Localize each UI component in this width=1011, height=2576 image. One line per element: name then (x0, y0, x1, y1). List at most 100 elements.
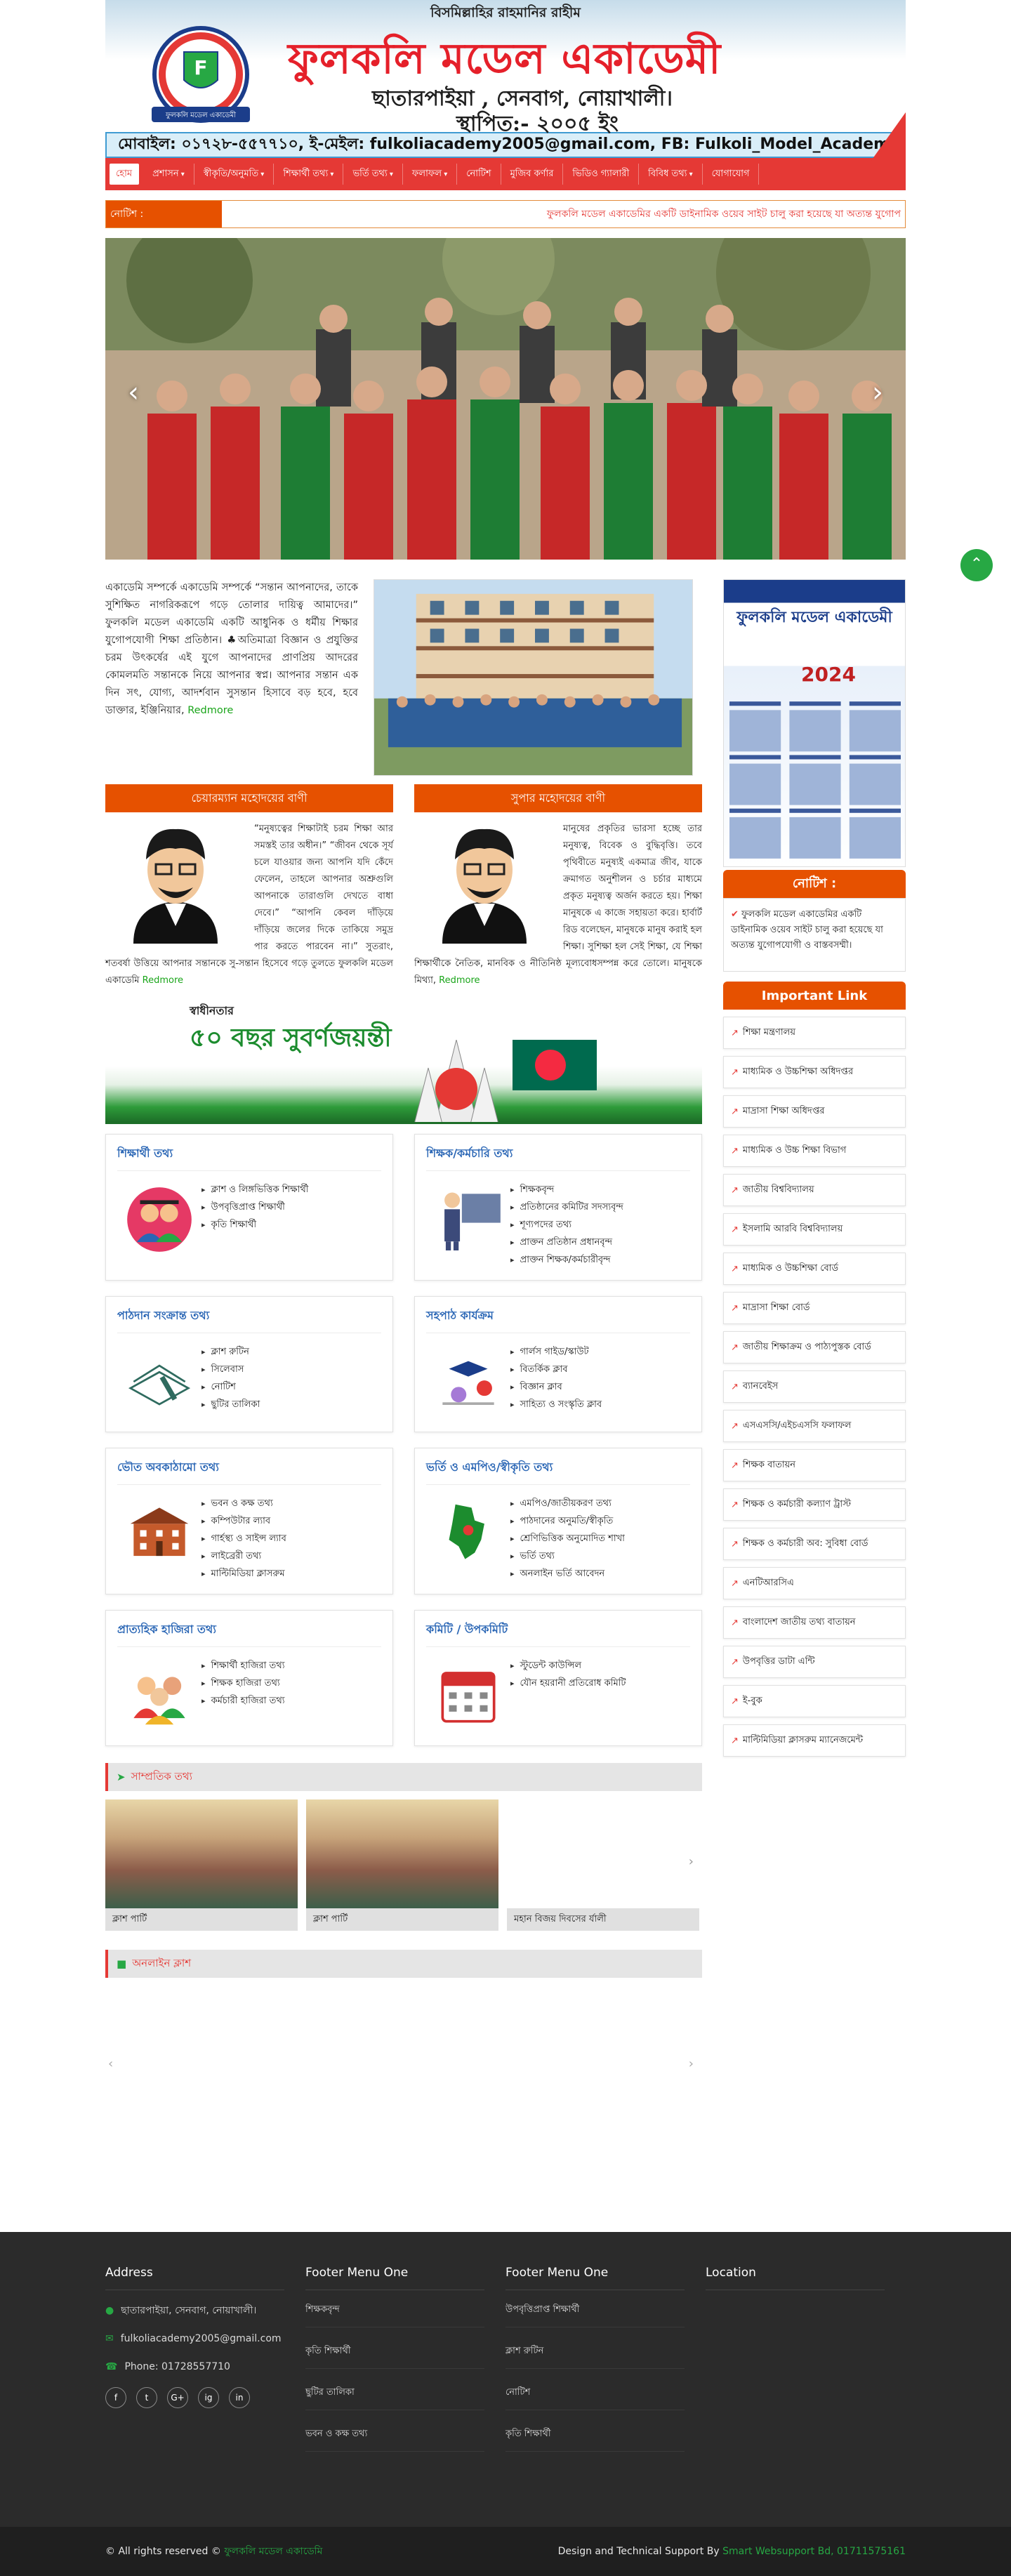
card-link[interactable]: বিজ্ঞান ক্লাব (510, 1378, 602, 1396)
card-link[interactable]: প্রতিষ্ঠানের কমিটির সদস্যবৃন্দ (510, 1198, 623, 1216)
online-prev-arrow[interactable]: ‹ (108, 2056, 113, 2071)
google-plus-icon[interactable]: G+ (167, 2387, 188, 2408)
card-link[interactable]: শূণ্যপদের তথ্য (510, 1216, 623, 1234)
footer-menu-link[interactable]: ভবন ও কক্ষ তথ্য (305, 2427, 484, 2452)
message-readmore-link[interactable]: Redmore (143, 975, 183, 986)
card-link[interactable]: সাহিত্য ও সংস্কৃতি ক্লাব (510, 1396, 602, 1413)
card-title[interactable]: শিক্ষক/কর্মচারি তথ্য (426, 1144, 690, 1171)
card-link[interactable]: যৌন হয়রানী প্রতিরোধ কমিটি (510, 1675, 626, 1692)
copyright-name[interactable]: ফুলকলি মডেল একাডেমি (224, 2546, 322, 2557)
academy-logo[interactable]: F ফুলকলি মডেল একাডেমী (142, 24, 260, 129)
important-link-item[interactable]: ↗ এনটিআরসিএ (723, 1567, 906, 1599)
important-link-item[interactable]: ↗ বাংলাদেশ জাতীয় তথ্য বাতায়ন (723, 1606, 906, 1639)
footer-menu-link[interactable]: কৃতি শিক্ষার্থী (305, 2344, 484, 2369)
card-link[interactable]: সিলেবাস (201, 1361, 260, 1378)
card-link[interactable]: শ্রেণিভিত্তিক অনুমোদিত শাখা (510, 1530, 625, 1547)
card-link[interactable]: ক্লাশ রুটিন (201, 1343, 260, 1361)
slider-prev-arrow[interactable]: ‹ (119, 378, 147, 407)
nav-item-8[interactable]: ভিডিও গ্যালারী (563, 164, 640, 185)
important-link-item[interactable]: ↗ মাল্টিমিডিয়া ক্লাসরুম ম্যানেজমেন্ট (723, 1724, 906, 1757)
footer-phone[interactable]: Phone: 01728557710 (124, 2359, 230, 2374)
instagram-icon[interactable]: ig (198, 2387, 219, 2408)
card-link[interactable]: গার্হস্থ্য ও সাইন্স ল্যাব (201, 1530, 286, 1547)
card-link[interactable]: নোটিশ (201, 1378, 260, 1396)
card-link[interactable]: উপবৃত্তিপ্রাপ্ত শিক্ষার্থী (201, 1198, 309, 1216)
important-link-item[interactable]: ↗ মাদ্রাসা শিক্ষা অধিদপ্তর (723, 1095, 906, 1128)
gallery-item[interactable]: মহান বিজয় দিবসের র্যালী (507, 1799, 699, 1933)
facebook-icon[interactable]: f (105, 2387, 126, 2408)
important-link-item[interactable]: ↗ শিক্ষক ও কর্মচারী অব: সুবিধা বোর্ড (723, 1528, 906, 1560)
card-link[interactable]: কর্মচারী হাজিরা তথ্য (201, 1692, 285, 1710)
card-link[interactable]: ভর্তি তথ্য (510, 1547, 625, 1565)
important-link-item[interactable]: ↗ জাতীয় বিশ্ববিদ্যালয় (723, 1174, 906, 1206)
card-title[interactable]: ভৌত অবকাঠামো তথ্য (117, 1458, 381, 1485)
nav-item-10[interactable]: যোগাযোগ (703, 164, 760, 185)
twitter-icon[interactable]: t (136, 2387, 157, 2408)
card-link[interactable]: লাইব্রেরী তথ্য (201, 1547, 286, 1565)
footer-menu-link[interactable]: শিক্ষকবৃন্দ (305, 2303, 484, 2327)
card-link[interactable]: ভবন ও কক্ষ তথ্য (201, 1495, 286, 1512)
card-link[interactable]: ছুটির তালিকা (201, 1396, 260, 1413)
card-title[interactable]: প্রাত্যহিক হাজিরা তথ্য (117, 1620, 381, 1647)
nav-item-5[interactable]: ফলাফল (403, 164, 458, 185)
slider-next-arrow[interactable]: › (864, 378, 892, 407)
gallery-next-arrow[interactable]: › (689, 1854, 694, 1869)
card-link[interactable]: শিক্ষকবৃন্দ (510, 1181, 623, 1198)
academic-calendar[interactable]: ফুলকলি মডেল একাডেমী 2024 (723, 579, 906, 867)
about-readmore-link[interactable]: Redmore (187, 705, 233, 716)
important-link-item[interactable]: ↗ মাধ্যমিক ও উচ্চশিক্ষা বোর্ড (723, 1253, 906, 1285)
card-title[interactable]: সহপাঠ কার্যক্রম (426, 1307, 690, 1333)
important-link-item[interactable]: ↗ মাধ্যমিক ও উচ্চশিক্ষা অধিদপ্তর (723, 1056, 906, 1088)
card-link[interactable]: এমপিও/জাতীয়করণ তথ্য (510, 1495, 625, 1512)
notice-marquee-text[interactable]: ফুলকলি মডেল একাডেমির একটি ডাইনামিক ওয়েব… (222, 206, 905, 223)
nav-item-6[interactable]: নোটিশ (457, 164, 501, 185)
card-title[interactable]: শিক্ষার্থী তথ্য (117, 1144, 381, 1171)
card-title[interactable]: পাঠদান সংক্রান্ত তথ্য (117, 1307, 381, 1333)
important-link-item[interactable]: ↗ ব্যানবেইস (723, 1370, 906, 1403)
nav-item-7[interactable]: মুজিব কর্ণার (501, 164, 564, 185)
card-link[interactable]: বিতর্কিক ক্লাব (510, 1361, 602, 1378)
card-link[interactable]: গার্লস গাইড/স্কাউট (510, 1343, 602, 1361)
important-link-item[interactable]: ↗ জাতীয় শিক্ষাক্রম ও পাঠ্যপুস্তক বোর্ড (723, 1331, 906, 1363)
important-link-item[interactable]: ↗ শিক্ষক বাতায়ন (723, 1449, 906, 1481)
card-link[interactable]: ক্লাশ ও লিঙ্গভিত্তিক শিক্ষার্থী (201, 1181, 309, 1198)
nav-item-4[interactable]: ভর্তি তথ্য (343, 164, 403, 185)
message-readmore-link[interactable]: Redmore (439, 975, 480, 986)
footer-menu-link[interactable]: উপবৃত্তিপ্রাপ্ত শিক্ষার্থী (505, 2303, 685, 2327)
card-link[interactable]: পাঠদানের অনুমতি/স্বীকৃতি (510, 1512, 625, 1530)
important-link-item[interactable]: ↗ মাধ্যমিক ও উচ্চ শিক্ষা বিভাগ (723, 1135, 906, 1167)
card-link[interactable]: শিক্ষার্থী হাজিরা তথ্য (201, 1657, 285, 1675)
footer-menu-link[interactable]: নোটিশ (505, 2386, 685, 2410)
card-link[interactable]: প্রাক্তন প্রতিষ্ঠান প্রধানবৃন্দ (510, 1234, 623, 1251)
card-link[interactable]: স্টুডেন্ট কাউন্সিল (510, 1657, 626, 1675)
gallery-item[interactable]: ক্লাশ পার্টি (105, 1799, 298, 1933)
important-link-item[interactable]: ↗ শিক্ষা মন্ত্রণালয় (723, 1017, 906, 1049)
gallery-item[interactable]: ক্লাশ পার্টি (306, 1799, 498, 1933)
nav-item-3[interactable]: শিক্ষার্থী তথ্য (274, 164, 344, 185)
footer-menu-link[interactable]: কৃতি শিক্ষার্থী (505, 2427, 685, 2452)
notice-sidebar-text[interactable]: ফুলকলি মডেল একাডেমির একটি ডাইনামিক ওয়েব… (731, 909, 883, 951)
important-link-item[interactable]: ↗ এসএসসি/এইচএসসি ফলাফল (723, 1410, 906, 1442)
nav-item-0[interactable]: হোম (110, 164, 140, 185)
important-link-item[interactable]: ↗ ই-বুক (723, 1685, 906, 1717)
support-link[interactable]: Smart Websupport Bd, 01711575161 (722, 2546, 906, 2557)
scroll-to-top-button[interactable]: ⌃ (960, 549, 993, 581)
important-link-item[interactable]: ↗ শিক্ষক ও কর্মচারী কল্যাণ ট্রাস্ট (723, 1488, 906, 1521)
image-slider[interactable]: ‹ › (105, 238, 906, 560)
online-next-arrow[interactable]: › (689, 2056, 694, 2071)
card-title[interactable]: কমিটি / উপকমিটি (426, 1620, 690, 1647)
card-title[interactable]: ভর্তি ও এমপিও/স্বীকৃতি তথ্য (426, 1458, 690, 1485)
card-link[interactable]: প্রাক্তন শিক্ষক/কর্মচারীবৃন্দ (510, 1251, 623, 1269)
nav-item-9[interactable]: বিবিধ তথ্য (639, 164, 703, 185)
nav-item-2[interactable]: স্বীকৃতি/অনুমতি (194, 164, 275, 185)
card-link[interactable]: কম্পিউটার ল্যাব (201, 1512, 286, 1530)
footer-menu-link[interactable]: ছুটির তালিকা (305, 2386, 484, 2410)
card-link[interactable]: কৃতি শিক্ষার্থী (201, 1216, 309, 1234)
important-link-item[interactable]: ↗ ইসলামি আরবি বিশ্ববিদ্যালয় (723, 1213, 906, 1246)
footer-email[interactable]: fulkoliacademy2005@gmail.com (121, 2331, 282, 2346)
footer-menu-link[interactable]: ক্লাশ রুটিন (505, 2344, 685, 2369)
nav-item-1[interactable]: প্রশাসন (143, 164, 194, 185)
card-link[interactable]: শিক্ষক হাজিরা তথ্য (201, 1675, 285, 1692)
important-link-item[interactable]: ↗ মাদ্রাসা শিক্ষা বোর্ড (723, 1292, 906, 1324)
card-link[interactable]: মাল্টিমিডিয়া ক্লাসরুম (201, 1565, 286, 1583)
